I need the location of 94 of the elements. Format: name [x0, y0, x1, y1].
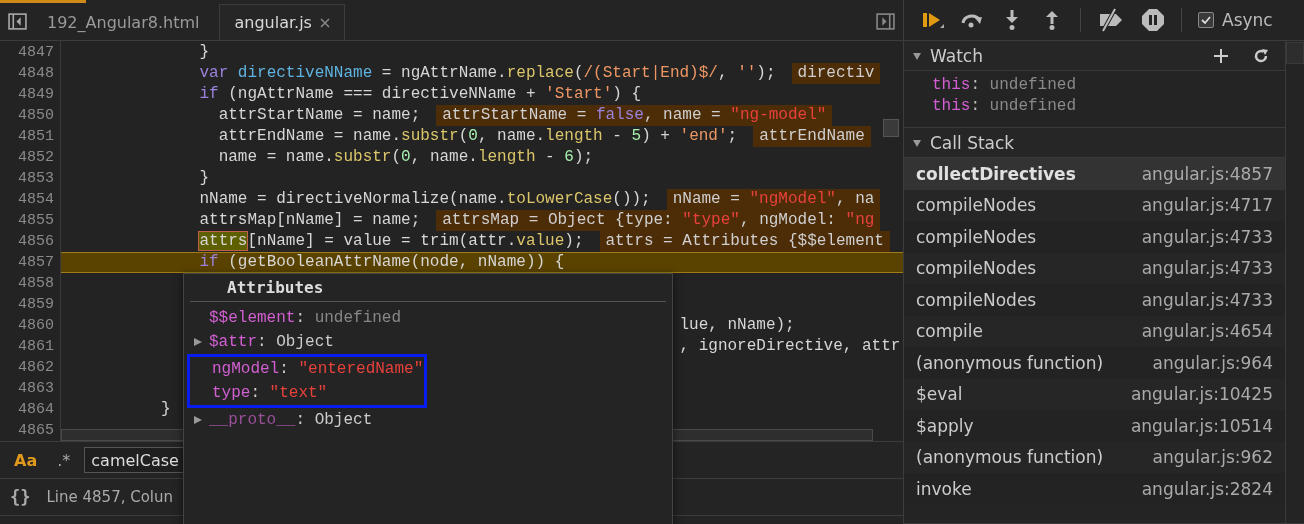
code-line: , ignoreDirective, attr [679, 336, 901, 357]
async-checkbox[interactable] [1198, 12, 1214, 28]
line-number: 4862 [17, 358, 55, 378]
code-line: if (getBooleanAttrName(node, nName)) { [199, 252, 565, 273]
function-name: $eval [916, 384, 963, 405]
frame-location: angular.js:2824 [1141, 478, 1273, 499]
inline-value: attrEndName [753, 126, 871, 147]
line-number: 4851 [17, 127, 55, 147]
line-number: 4865 [17, 421, 55, 441]
frame-location: angular.js:4733 [1141, 289, 1273, 310]
code-line: } [199, 42, 210, 63]
function-name: invoke [916, 478, 972, 499]
property-entry: type: "text" [212, 384, 328, 402]
frame-location: angular.js:962 [1152, 447, 1273, 468]
line-number: 4860 [17, 316, 55, 336]
line-number: 4848 [17, 64, 55, 84]
line-number: 4855 [17, 211, 55, 231]
match-case-button[interactable]: Aa [8, 448, 44, 472]
inline-value: attrs = Attributes {$$element [599, 231, 890, 252]
code-line: } [199, 168, 210, 189]
frame-location: angular.js:4654 [1141, 321, 1273, 342]
scrollbar-thumb[interactable] [1286, 42, 1304, 64]
function-name: $apply [916, 415, 974, 436]
watch-expression: this: undefined [932, 75, 1078, 96]
close-icon[interactable] [319, 17, 330, 28]
section-title: Watch [930, 45, 983, 66]
frame-location: angular.js:10514 [1130, 415, 1273, 436]
expand-triangle-icon[interactable] [193, 415, 203, 425]
line-number: 4849 [17, 85, 55, 105]
expand-triangle-icon[interactable] [912, 137, 922, 148]
inline-value: attrsMap = Object {type: "type", ngModel: "ng [436, 210, 881, 231]
code-line: attrs[nName] = value = trim(attr.value); [199, 231, 584, 252]
line-number: 4853 [17, 169, 55, 189]
refresh-icon[interactable] [1253, 47, 1269, 64]
deactivate-breakpoints-icon[interactable] [1097, 8, 1125, 32]
code-line: lue, nName); [679, 315, 795, 336]
line-number: 4859 [17, 295, 55, 315]
function-name: compileNodes [916, 195, 1037, 216]
inline-value: nName = "ngModel", na [666, 189, 881, 210]
function-name: compileNodes [916, 289, 1037, 310]
code-line: name = name.substr(0, name.length - 6); [218, 147, 594, 168]
function-name: (anonymous function) [916, 352, 1104, 373]
code-line: } [161, 399, 171, 420]
frame-location: angular.js:4733 [1141, 258, 1273, 279]
file-tab[interactable]: angular.js [219, 4, 345, 40]
line-number: 4857 [17, 253, 55, 273]
add-icon[interactable] [1213, 47, 1229, 64]
line-number: 4863 [17, 379, 55, 399]
property-entry: $attr: Object [209, 333, 334, 351]
function-name: collectDirectives [916, 163, 1076, 184]
frame-location: angular.js:10425 [1130, 384, 1273, 405]
async-label: Async [1222, 10, 1273, 30]
inline-value: attrStartName = false, name = "ng-model" [436, 105, 833, 126]
regex-button[interactable]: .* [51, 448, 77, 472]
expand-triangle-icon[interactable] [193, 337, 203, 347]
code-line: if (ngAttrName === directiveNName + 'Start') { [199, 84, 642, 105]
line-number: 4854 [17, 190, 55, 210]
function-name: (anonymous function) [916, 447, 1104, 468]
code-line: attrEndName = name.substr(0, name.length - 5) + 'end'; [218, 126, 738, 147]
property-entry: ngModel: "enteredName" [212, 360, 424, 378]
line-number: 4850 [17, 106, 55, 126]
code-line: var directiveNName = ngAttrName.replace(/(Start|End)$/, ''); [199, 63, 776, 84]
expand-triangle-icon[interactable] [912, 50, 922, 61]
line-number: 4864 [17, 400, 55, 420]
property-entry: __proto__: Object [209, 411, 373, 429]
function-name: compileNodes [916, 258, 1037, 279]
line-number: 4852 [17, 148, 55, 168]
navigator-toggle-icon[interactable] [8, 12, 27, 31]
scrollbar-thumb[interactable] [883, 119, 899, 137]
pause-on-exceptions-icon[interactable] [1141, 8, 1165, 32]
popover-title: Attributes [190, 274, 666, 302]
watch-expression: this: undefined [932, 96, 1078, 117]
frame-location: angular.js:964 [1152, 352, 1273, 373]
frame-location: angular.js:4717 [1141, 195, 1273, 216]
line-number: 4858 [17, 274, 55, 294]
frame-location: angular.js:4857 [1141, 163, 1273, 184]
function-name: compile [916, 321, 983, 342]
property-entry: $$element: undefined [209, 309, 402, 327]
cursor-position: Line 4857, Colun [46, 488, 174, 506]
code-line: nName = directiveNormalize(name.toLowerCase()); [199, 189, 651, 210]
debugger-toggle-icon[interactable] [876, 12, 895, 31]
call-stack-header[interactable]: Call Stack [904, 127, 1285, 158]
frame-location: angular.js:4733 [1141, 226, 1273, 247]
line-number: 4847 [17, 43, 55, 63]
code-line: attrStartName = name; [218, 105, 421, 126]
line-number: 4856 [17, 232, 55, 252]
code-line: attrsMap[nName] = name; [199, 210, 421, 231]
inline-value: directiv [791, 63, 881, 84]
call-frame[interactable]: collectDirectives angular.js:4857 [904, 158, 1285, 190]
pretty-print-button[interactable]: {} [10, 487, 31, 507]
function-name: compileNodes [916, 226, 1037, 247]
file-tab[interactable]: 192_Angular8.html [33, 4, 214, 40]
section-title: Call Stack [930, 132, 1015, 153]
line-number: 4861 [17, 337, 55, 357]
